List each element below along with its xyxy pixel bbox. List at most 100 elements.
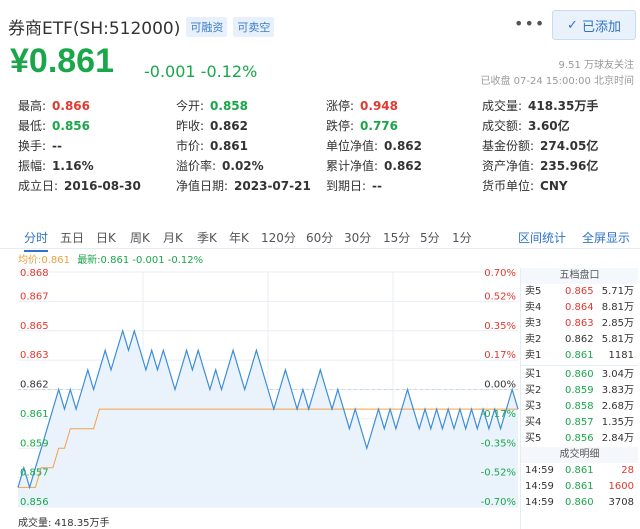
range-stats-link[interactable]: 区间统计 (518, 229, 566, 246)
security-name: 券商ETF(SH:512000) (8, 19, 181, 39)
stat-value: -- (52, 139, 63, 153)
title-row: 券商ETF(SH:512000) 可融资 可卖空 (8, 14, 275, 39)
stat-cell: 成立日: 2016-08-30 (18, 177, 141, 194)
stat-value: 3.60亿 (528, 119, 570, 133)
y-tick-left: 0.857 (20, 468, 49, 479)
stat-label: 溢价率: (176, 159, 217, 173)
stat-cell: 市价: 0.861 (176, 137, 248, 154)
stat-label: 资产净值: (482, 159, 535, 173)
stat-label: 基金份额: (482, 139, 535, 153)
order-row: 卖2 0.862 5.81万 (521, 332, 638, 348)
stat-cell: 今开: 0.858 (176, 97, 248, 114)
order-row: 买5 0.856 2.84万 (521, 431, 638, 447)
stat-value: 0.856 (52, 119, 91, 133)
fullscreen-link[interactable]: 全屏显示 (582, 229, 630, 246)
stat-value: 2023-07-21 (234, 179, 311, 193)
order-price: 0.863 (565, 318, 594, 329)
stats-table: 最高: 0.866 今开: 0.858 涨停: 0.948 成交量: 418.35万手 最低: 0… (0, 94, 640, 194)
order-row: 买1 0.860 3.04万 (521, 367, 638, 383)
stat-label: 昨收: (176, 119, 205, 133)
order-price: 0.858 (565, 401, 594, 412)
tab-period[interactable]: 60分 (306, 229, 333, 246)
order-label: 卖3 (525, 318, 542, 329)
order-qty: 2.84万 (601, 433, 634, 444)
stat-value: 0.776 (360, 119, 399, 133)
stat-cell: 涨停: 0.948 (326, 97, 398, 114)
y-tick-right: -0.70% (481, 497, 516, 508)
order-row: 买3 0.858 2.68万 (521, 399, 638, 415)
order-price: 0.865 (565, 286, 594, 297)
stats-row: 最高: 0.866 今开: 0.858 涨停: 0.948 成交量: 418.35万手 (0, 94, 640, 114)
stat-value: 0.948 (360, 99, 399, 113)
order-label: 卖4 (525, 302, 542, 313)
stat-label: 单位净值: (326, 139, 379, 153)
more-button[interactable]: ••• (514, 14, 545, 33)
order-label: 买2 (525, 385, 542, 396)
order-book-title: 五档盘口 (521, 268, 638, 284)
order-price: 0.860 (565, 369, 594, 380)
stat-cell: 单位净值: 0.862 (326, 137, 422, 154)
stat-value: 0.862 (384, 159, 423, 173)
order-label: 买5 (525, 433, 542, 444)
stat-value: -- (372, 179, 383, 193)
tab-period[interactable]: 月K (163, 229, 183, 246)
y-tick-right: 0.70% (484, 268, 516, 279)
stat-value: 418.35万手 (528, 99, 599, 113)
tab-period[interactable]: 季K (197, 229, 217, 246)
tab-period[interactable]: 30分 (344, 229, 371, 246)
follow-button[interactable]: ✓ 已添加 (552, 10, 636, 40)
stat-cell: 成交量: 418.35万手 (482, 97, 598, 114)
y-tick-left: 0.856 (20, 497, 49, 508)
stat-label: 市价: (176, 139, 205, 153)
stat-value: 0.866 (52, 99, 91, 113)
order-label: 买3 (525, 401, 542, 412)
stat-label: 净值日期: (176, 179, 229, 193)
tab-period[interactable]: 120分 (261, 229, 296, 246)
stat-cell: 换手: -- (18, 137, 62, 154)
stat-value: CNY (540, 179, 568, 193)
trade-qty: 28 (621, 465, 634, 476)
stat-value: 1.16% (52, 159, 94, 173)
tab-period[interactable]: 五日 (60, 229, 84, 246)
order-row: 买2 0.859 3.83万 (521, 383, 638, 399)
order-book-panel: 五档盘口 卖5 0.865 5.71万 卖4 0.864 8.81万 卖3 0.863 2.85… (520, 268, 638, 529)
order-row: 卖4 0.864 8.81万 (521, 300, 638, 316)
y-tick-right: -0.17% (481, 409, 516, 420)
y-tick-right: 0.52% (484, 291, 516, 302)
stat-value: 0.861 (210, 139, 249, 153)
trade-row: 14:59 0.860 3708 (521, 495, 638, 511)
intraday-chart[interactable]: 0.868 0.867 0.865 0.863 0.862 0.861 0.859 0.857… (0, 262, 520, 517)
order-qty: 3.04万 (601, 369, 634, 380)
tag-margin[interactable]: 可融资 (186, 16, 228, 37)
order-label: 买1 (525, 369, 542, 380)
y-tick-right: 0.00% (484, 380, 516, 391)
tab-period[interactable]: 日K (96, 229, 116, 246)
tag-short[interactable]: 可卖空 (233, 16, 275, 37)
trade-row: 14:59 0.861 28 (521, 463, 638, 479)
tab-period[interactable]: 5分 (420, 229, 440, 246)
stat-cell: 最高: 0.866 (18, 97, 90, 114)
tab-period[interactable]: 周K (130, 229, 150, 246)
trade-qty: 3708 (608, 497, 634, 508)
y-tick-left: 0.865 (20, 321, 49, 332)
stat-cell: 跌停: 0.776 (326, 117, 398, 134)
order-label: 买4 (525, 417, 542, 428)
stats-row: 换手: -- 市价: 0.861 单位净值: 0.862 基金份额: 274.05亿 (0, 134, 640, 154)
tab-period[interactable]: 年K (229, 229, 249, 246)
stat-cell: 振幅: 1.16% (18, 157, 94, 174)
order-price: 0.862 (565, 334, 594, 345)
tab-period[interactable]: 15分 (383, 229, 410, 246)
tab-period[interactable]: 1分 (452, 229, 472, 246)
tab-period[interactable]: 分时 (24, 229, 49, 252)
follow-label: 已添加 (581, 19, 621, 35)
trade-price: 0.861 (565, 465, 594, 476)
stat-cell: 昨收: 0.862 (176, 117, 248, 134)
stat-cell: 累计净值: 0.862 (326, 157, 422, 174)
stats-row: 成立日: 2016-08-30 净值日期: 2023-07-21 到期日: -- 货币单位:… (0, 174, 640, 194)
order-label: 卖1 (525, 350, 542, 361)
order-qty: 5.71万 (601, 286, 634, 297)
y-tick-right: 0.17% (484, 350, 516, 361)
order-label: 卖2 (525, 334, 542, 345)
order-qty: 1.35万 (601, 417, 634, 428)
order-qty: 3.83万 (601, 385, 634, 396)
